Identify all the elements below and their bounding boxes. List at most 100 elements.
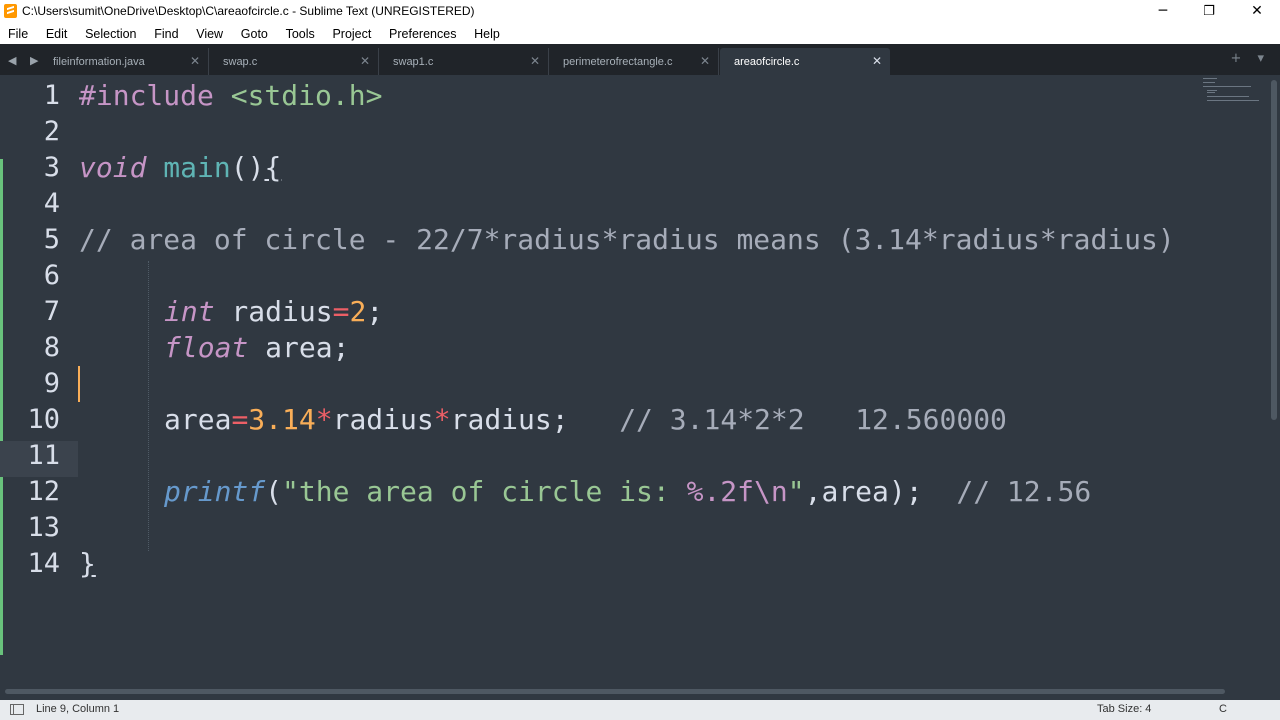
minimize-button[interactable]: ─ (1140, 0, 1186, 23)
function-name: main (146, 151, 231, 184)
minimap[interactable] (1200, 75, 1268, 685)
vertical-scrollbar[interactable] (1268, 75, 1280, 685)
line-number: 4 (43, 188, 60, 219)
menu-help[interactable]: Help (474, 24, 500, 45)
semicolon: ; (366, 295, 384, 328)
line-number: 3 (43, 152, 60, 183)
line-number: 1 (43, 80, 60, 111)
minimap-line (1207, 90, 1217, 91)
tab-swap1-c[interactable]: swap1.c ✕ (379, 48, 549, 75)
menu-selection[interactable]: Selection (85, 24, 136, 45)
code-line-2: 2 (0, 114, 1200, 150)
tab-label: areaofcircle.c (734, 56, 800, 68)
function-call: printf (164, 475, 266, 508)
window-title: C:\Users\sumit\OneDrive\Desktop\C\areaof… (22, 4, 475, 18)
close-tab-icon[interactable]: ✕ (700, 54, 710, 68)
code-line-3: 3 void main(){ (0, 150, 1200, 186)
operator: = (332, 295, 350, 328)
code-line-11: 11 (0, 438, 1200, 474)
identifier: radius (214, 295, 333, 328)
horizontal-scrollbar[interactable] (0, 687, 1268, 695)
parens: () (230, 151, 265, 184)
status-bar: Line 9, Column 1 Tab Size: 4 C (0, 700, 1280, 720)
keyword: float (164, 331, 249, 364)
code-line-5: 5 // area of circle - 22/7*radius*radius… (0, 222, 1200, 258)
close-tab-icon[interactable]: ✕ (530, 54, 540, 68)
tab-label: perimeterofrectangle.c (563, 56, 673, 68)
menu-view[interactable]: View (196, 24, 223, 45)
comment: // 3.14*2*2 12.560000 (568, 403, 1007, 436)
code-line-1: 1 #include <stdio.h> (0, 78, 1200, 114)
minimap-line (1207, 96, 1249, 97)
operator: * (433, 403, 451, 436)
code-line-6: 6 (0, 258, 1200, 294)
line-number: 9 (43, 368, 60, 399)
tab-areaofcircle-c[interactable]: areaofcircle.c ✕ (720, 48, 890, 75)
line-number: 7 (43, 296, 60, 327)
comment: // area of circle - 22/7*radius*radius m… (79, 223, 1175, 256)
identifier: radius; (450, 403, 569, 436)
line-number: 5 (43, 224, 60, 255)
code-line-8: 8 float area; (0, 330, 1200, 366)
tab-bar: ◀ ▶ fileinformation.java ✕ swap.c ✕ swap… (0, 44, 1280, 75)
panel-toggle-icon[interactable] (10, 704, 24, 715)
new-tab-icon[interactable]: + ▾ (1230, 51, 1270, 66)
minimap-line (1203, 86, 1251, 87)
tab-label: swap1.c (393, 56, 434, 68)
format-specifier: %.2f\n (686, 475, 788, 508)
menu-preferences[interactable]: Preferences (389, 24, 456, 45)
identifier: area; (248, 331, 350, 364)
tab-perimeterofrectangle-c[interactable]: perimeterofrectangle.c ✕ (549, 48, 719, 75)
menu-goto[interactable]: Goto (241, 24, 268, 45)
minimap-line (1207, 92, 1215, 93)
line-number: 2 (43, 116, 60, 147)
scrollbar-thumb[interactable] (5, 689, 1225, 694)
close-tab-icon[interactable]: ✕ (872, 54, 882, 68)
number: 3.14 (248, 403, 316, 436)
menu-find[interactable]: Find (154, 24, 178, 45)
menu-file[interactable]: File (8, 24, 28, 45)
tab-fileinformation-java[interactable]: fileinformation.java ✕ (39, 48, 209, 75)
close-tab-icon[interactable]: ✕ (360, 54, 370, 68)
minimap-line (1203, 82, 1215, 83)
tab-size-indicator[interactable]: Tab Size: 4 (1097, 703, 1151, 715)
arguments: ,area); (804, 475, 923, 508)
menu-tools[interactable]: Tools (286, 24, 315, 45)
paren: ( (265, 475, 283, 508)
line-number: 12 (27, 476, 60, 507)
code-line-13: 13 (0, 510, 1200, 546)
tab-label: swap.c (223, 56, 258, 68)
operator: = (231, 403, 249, 436)
identifier: area (164, 403, 232, 436)
line-number: 6 (43, 260, 60, 291)
preprocessor: #include (79, 79, 214, 112)
text-cursor (78, 366, 80, 402)
menu-edit[interactable]: Edit (46, 24, 68, 45)
cursor-position: Line 9, Column 1 (36, 703, 120, 715)
number: 2 (349, 295, 367, 328)
menu-project[interactable]: Project (332, 24, 371, 45)
close-brace: } (79, 547, 96, 580)
maximize-button[interactable]: ❐ (1186, 0, 1232, 23)
close-window-button[interactable]: ✕ (1234, 0, 1280, 23)
code-editor[interactable]: 1 #include <stdio.h> 2 3 void main(){ 4 … (0, 75, 1200, 685)
code-line-4: 4 (0, 186, 1200, 222)
code-line-7: 7 int radius=2; (0, 294, 1200, 330)
tab-swap-c[interactable]: swap.c ✕ (209, 48, 379, 75)
sublime-logo-icon (4, 4, 17, 18)
menu-bar: File Edit Selection Find View Goto Tools… (0, 23, 1280, 44)
scrollbar-thumb[interactable] (1271, 80, 1277, 420)
minimap-line (1203, 78, 1217, 79)
close-tab-icon[interactable]: ✕ (190, 54, 200, 68)
operator: * (315, 403, 333, 436)
identifier: radius (332, 403, 434, 436)
syntax-indicator[interactable]: C (1219, 703, 1227, 715)
keyword: void (79, 151, 147, 184)
code-line-14: 14 } (0, 546, 1200, 582)
line-number: 10 (27, 404, 60, 435)
minimap-line (1207, 100, 1259, 101)
include-path: <stdio.h> (213, 79, 383, 112)
line-number: 13 (27, 512, 60, 543)
line-number: 11 (27, 440, 60, 471)
code-line-12: 12 printf("the area of circle is: %.2f\n… (0, 474, 1200, 510)
